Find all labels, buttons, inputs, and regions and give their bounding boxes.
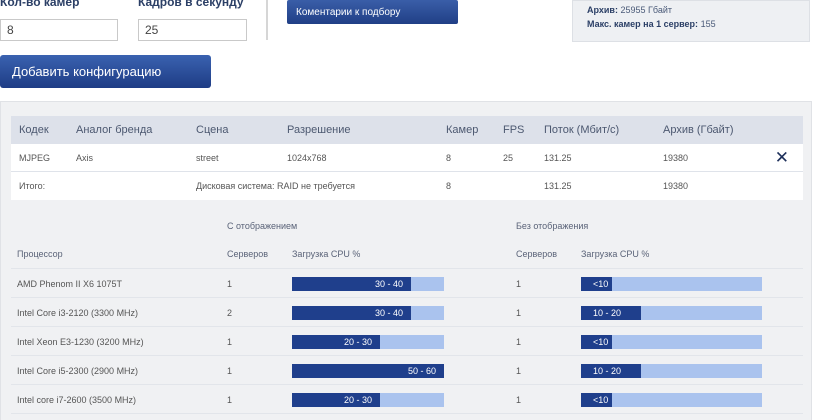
table-row: Intel core i7-2600 (3500 MHz) 1 1 20 - 30 <1… — [11, 385, 803, 414]
cpu-load-without-bar: 10 - 20 — [581, 364, 762, 378]
cpu-load-with-bar: 30 - 40 — [292, 277, 444, 291]
table-row: MJPEG Axis street 1024x768 8 25 131.25 1… — [11, 144, 803, 172]
header-scene: Сцена — [196, 124, 229, 136]
cpu-load-with-bar-label: 20 - 30 — [343, 337, 372, 347]
cell-archive: 19380 — [663, 153, 689, 163]
servers-without-display: 1 — [516, 337, 522, 347]
processor-name: Intel Xeon E3-1230 (3200 MHz) — [17, 337, 144, 347]
cpu-load-without-bar: <10 — [581, 393, 762, 407]
cpu-load-without-bar-fill: <10 — [581, 335, 612, 349]
cell-fps: 25 — [503, 153, 514, 163]
load-with-header: Загрузка CPU % — [292, 249, 361, 259]
table-row: Intel Core i5-2300 (2900 MHz) 1 1 50 - 60 10… — [11, 356, 803, 385]
servers-without-display: 1 — [516, 366, 522, 376]
servers-with-display: 1 — [227, 337, 233, 347]
header-stream: Поток (Мбит/с) — [544, 124, 620, 136]
cpu-load-without-bar: <10 — [581, 277, 762, 291]
header-codec: Кодек — [19, 124, 49, 136]
with-display-title: С отображением — [227, 221, 298, 231]
header-fps: FPS — [503, 124, 525, 136]
servers-with-display: 1 — [227, 395, 233, 405]
cpu-load-without-bar: 10 - 20 — [581, 306, 762, 320]
cpu-load-without-bar-fill: 10 - 20 — [581, 364, 641, 378]
servers-with-display: 1 — [227, 366, 233, 376]
cpu-load-with-bar-label: 30 - 40 — [374, 279, 403, 289]
cell-scene: street — [196, 153, 219, 163]
fps-label: Кадров в секунду — [138, 0, 244, 9]
without-display-title: Без отображения — [516, 221, 589, 231]
cpu-load-with-bar-label: 30 - 40 — [374, 308, 403, 318]
fps-input[interactable] — [138, 19, 247, 41]
servers-without-display: 1 — [516, 395, 522, 405]
table-row: Intel Xeon E3-1230 (3200 MHz) 1 1 20 - 30 <1… — [11, 327, 803, 356]
total-stream: 131.25 — [544, 181, 572, 191]
cell-codec: MJPEG — [19, 153, 51, 163]
cell-stream: 131.25 — [544, 153, 572, 163]
cpu-load-with-bar-label: 50 - 60 — [407, 366, 436, 376]
cpu-load-with-bar: 20 - 30 — [292, 335, 444, 349]
servers-with-header: Серверов — [227, 249, 268, 259]
header-brand: Аналог бренда — [76, 124, 153, 136]
servers-without-display: 1 — [516, 279, 522, 289]
cpu-load-without-bar-fill: 10 - 20 — [581, 306, 641, 320]
cpu-header-row: Процессор Серверов Загрузка CPU % Сервер… — [11, 241, 803, 269]
cell-cameras: 8 — [446, 153, 452, 163]
table-row: AMD Phenom II X6 1075T 1 1 30 - 40 <10 — [11, 269, 803, 298]
cpu-load-without-bar-label: 10 - 20 — [593, 308, 622, 318]
cpu-section-title-row: С отображением Без отображения — [11, 213, 803, 241]
header-cameras: Камер — [446, 124, 479, 136]
servers-without-header: Серверов — [516, 249, 557, 259]
servers-without-display: 1 — [516, 308, 522, 318]
add-configuration-button[interactable]: Добавить конфигурацию — [0, 55, 211, 88]
cpu-load-with-bar-fill: 30 - 40 — [292, 306, 411, 320]
summary-box: Архив: 25955 Гбайт Макс. камер на 1 серв… — [572, 0, 810, 42]
configuration-table: Кодек Аналог бренда Сцена Разрешение Кам… — [11, 116, 803, 200]
results-panel: Кодек Аналог бренда Сцена Разрешение Кам… — [0, 101, 812, 420]
total-label: Итого: — [19, 181, 46, 191]
cpu-load-with-bar-fill: 20 - 30 — [292, 335, 380, 349]
processor-name: Intel Core i5-2300 (2900 MHz) — [17, 366, 139, 376]
archive-summary: Архив: 25955 Гбайт — [587, 5, 672, 15]
cpu-load-without-bar-fill: <10 — [581, 277, 612, 291]
cpu-load-with-bar: 20 - 30 — [292, 393, 444, 407]
comments-button[interactable]: Коментарии к подбору — [287, 0, 458, 24]
servers-with-display: 1 — [227, 279, 233, 289]
cpu-load-without-bar-label: <10 — [593, 279, 609, 289]
servers-with-display: 2 — [227, 308, 233, 318]
total-archive: 19380 — [663, 181, 689, 191]
processor-name: Intel Core i3-2120 (3300 MHz) — [17, 308, 139, 318]
cell-resolution: 1024x768 — [287, 153, 327, 163]
cpu-load-with-bar-fill: 50 - 60 — [292, 364, 444, 378]
cpu-load-without-bar: <10 — [581, 335, 762, 349]
cpu-load-without-bar-label: <10 — [593, 337, 609, 347]
cpu-load-with-bar: 30 - 40 — [292, 306, 444, 320]
cameras-count-label: Кол-во камер — [0, 0, 80, 9]
max-cameras-summary: Макс. камер на 1 сервер: 155 — [587, 19, 716, 29]
cpu-load-without-bar-label: <10 — [593, 395, 609, 405]
processor-name: Intel core i7-2600 (3500 MHz) — [17, 395, 137, 405]
close-icon[interactable]: ✕ — [775, 148, 789, 168]
header-archive: Архив (Гбайт) — [663, 124, 734, 136]
form-divider — [266, 0, 268, 40]
table-row: Intel Core i3-2120 (3300 MHz) 2 1 30 - 40 10… — [11, 298, 803, 327]
cpu-load-with-bar-fill: 30 - 40 — [292, 277, 411, 291]
load-without-header: Загрузка CPU % — [581, 249, 650, 259]
cpu-load-with-bar-label: 20 - 30 — [343, 395, 372, 405]
cpu-load-without-bar-label: 10 - 20 — [593, 366, 622, 376]
processor-header: Процессор — [17, 249, 63, 259]
cell-brand: Axis — [76, 153, 94, 163]
processor-name: AMD Phenom II X6 1075T — [17, 279, 123, 289]
table-total-row: Итого: Дисковая система: RAID не требует… — [11, 172, 803, 200]
header-resolution: Разрешение — [287, 124, 351, 136]
cpu-load-with-bar-fill: 20 - 30 — [292, 393, 380, 407]
cpu-load-without-bar-fill: <10 — [581, 393, 612, 407]
total-disk-system: Дисковая система: RAID не требуется — [196, 181, 355, 191]
table-header-row: Кодек Аналог бренда Сцена Разрешение Кам… — [11, 116, 803, 144]
total-cameras: 8 — [446, 181, 452, 191]
cameras-count-input[interactable] — [0, 19, 118, 41]
cpu-load-with-bar: 50 - 60 — [292, 364, 444, 378]
